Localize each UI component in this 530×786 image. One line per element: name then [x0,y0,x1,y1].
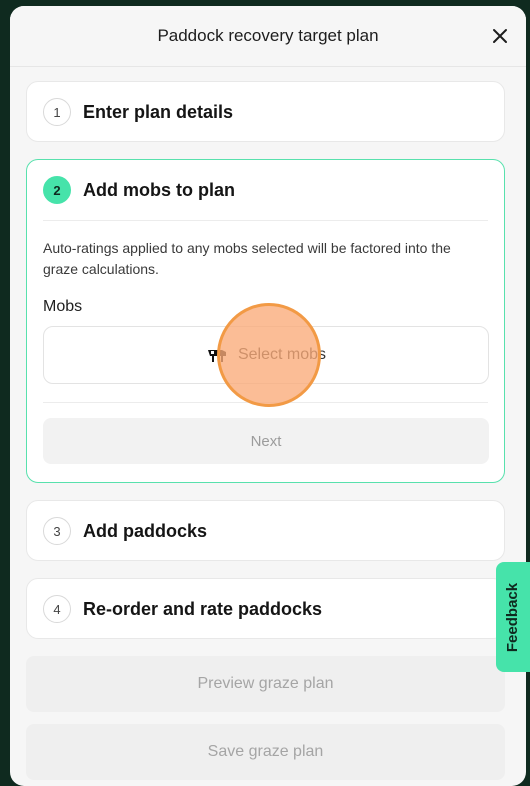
step-title-1: Enter plan details [83,102,234,122]
cow-icon [207,350,226,362]
plan-modal: Paddock recovery target plan 1 Enter pla… [10,6,526,786]
step-title-4: Re-order and rate paddocks [83,599,323,619]
preview-graze-plan-button[interactable]: Preview graze plan [26,656,505,712]
feedback-tab[interactable]: Feedback [496,562,530,672]
step-card-3[interactable]: 3 Add paddocks [26,500,505,561]
mobs-label: Mobs [43,298,83,315]
step-card-2: 2 Add mobs to plan Auto-ratings applied … [26,159,505,483]
feedback-label: Feedback [504,582,522,652]
step-card-1[interactable]: 1 Enter plan details [26,81,505,142]
next-button[interactable]: Next [43,418,489,464]
close-icon [493,29,507,43]
step-number-1: 1 [43,98,71,126]
step-description: Auto-ratings applied to any mobs selecte… [43,240,451,277]
step-number-3: 3 [43,517,71,545]
select-mobs-label: Select mobs [237,346,327,363]
close-button[interactable] [486,22,514,50]
modal-title: Paddock recovery target plan [157,26,379,45]
save-graze-plan-button[interactable]: Save graze plan [26,724,505,780]
step-number-2: 2 [43,176,71,204]
step-card-4[interactable]: 4 Re-order and rate paddocks [26,578,505,639]
step-title-2: Add mobs to plan [83,180,235,200]
step-title-3: Add paddocks [83,521,208,541]
modal-header: Paddock recovery target plan [10,6,526,67]
step-divider [43,220,488,221]
step-number-4: 4 [43,595,71,623]
mobs-divider [43,402,488,403]
select-mobs-button[interactable]: Select mobs [43,326,489,384]
